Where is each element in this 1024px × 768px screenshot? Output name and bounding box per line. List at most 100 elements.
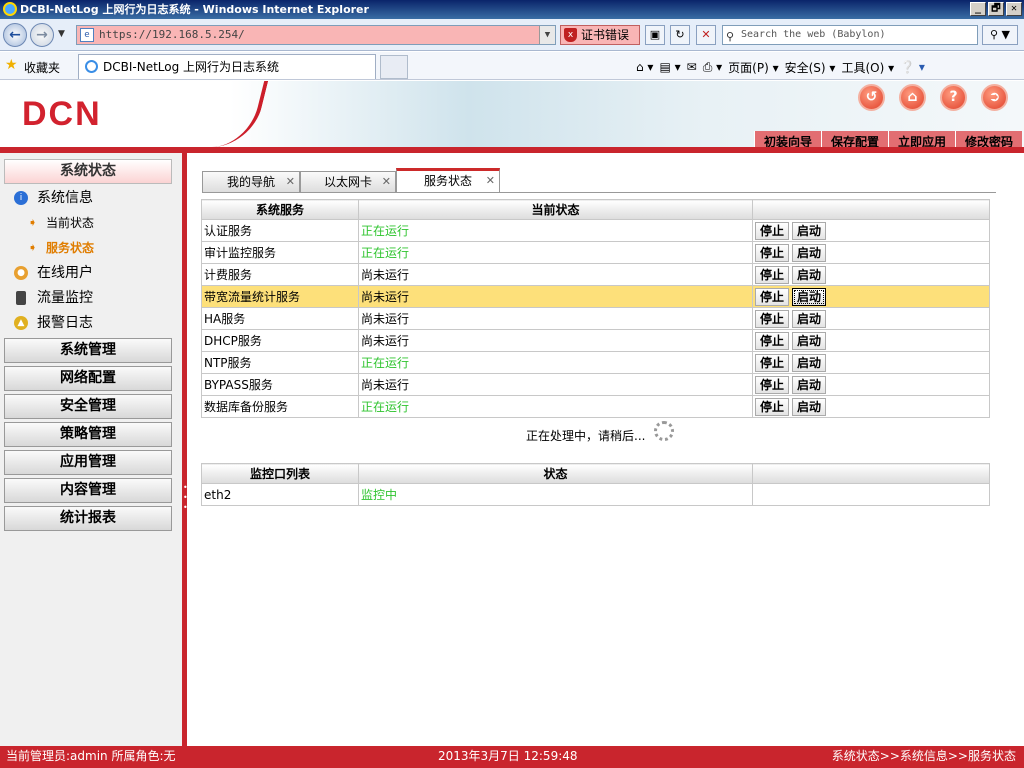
sidebar-section-policy-mgmt[interactable]: 策略管理 <box>4 422 172 447</box>
feeds-icon[interactable]: ▤ ▾ <box>659 60 680 74</box>
refresh-icon[interactable]: ↻ <box>670 25 690 45</box>
sidebar-section-system-status[interactable]: 系统状态 <box>4 159 172 184</box>
search-input[interactable]: ⚲ Search the web (Babylon) <box>722 25 978 45</box>
app-header: DCN ↺ ⌂ ? ➲ 初装向导 保存配置 立即应用 修改密码 <box>0 81 1024 153</box>
service-actions: 停止 启动 <box>752 395 990 418</box>
certificate-error-button[interactable]: x 证书错误 <box>560 25 640 45</box>
search-go-button[interactable]: ⚲ ▼ <box>982 25 1018 45</box>
sidebar-section-content-mgmt[interactable]: 内容管理 <box>4 478 172 503</box>
col-header-monitor-port: 监控口列表 <box>201 463 359 484</box>
stop-service-button[interactable]: 停止 <box>755 397 789 416</box>
arrow-icon: ➧ <box>28 241 38 254</box>
sidebar-section-app-mgmt[interactable]: 应用管理 <box>4 450 172 475</box>
favorites-button[interactable]: 收藏夹 <box>24 59 60 76</box>
start-service-button[interactable]: 启动 <box>792 309 826 328</box>
compatibility-view-icon[interactable]: ▣ <box>645 25 665 45</box>
table-row: 带宽流量统计服务 尚未运行 停止 启动 <box>201 285 990 308</box>
table-row: 认证服务 正在运行 停止 启动 <box>201 219 990 242</box>
tools-menu[interactable]: 工具(O) ▾ <box>841 59 894 76</box>
stop-service-button[interactable]: 停止 <box>755 221 789 240</box>
restore-button[interactable]: 🗗 <box>988 2 1004 16</box>
safety-menu[interactable]: 安全(S) ▾ <box>785 59 836 76</box>
mail-icon[interactable]: ✉ <box>687 60 697 74</box>
start-service-button[interactable]: 启动 <box>792 265 826 284</box>
history-dropdown-icon[interactable]: ▼ <box>58 29 65 39</box>
address-bar[interactable]: e https://192.168.5.254/ ▼ <box>76 25 556 45</box>
table-row: DHCP服务 尚未运行 停止 启动 <box>201 329 990 352</box>
sidebar-item-traffic-monitor[interactable]: 流量监控 <box>4 286 172 310</box>
start-service-button[interactable]: 启动 <box>792 221 826 240</box>
sidebar-item-alarm-log[interactable]: ▲ 报警日志 <box>4 311 172 335</box>
table-row: 计费服务 尚未运行 停止 启动 <box>201 263 990 286</box>
help-icon[interactable]: ❔ ▾ <box>900 60 925 74</box>
sidebar: 系统状态 i 系统信息 ➧ 当前状态 ➧ 服务状态 ● 在线用户 流量监控 ▲ … <box>0 153 182 746</box>
home-circle-icon[interactable]: ⌂ <box>899 84 926 111</box>
browser-tab[interactable]: DCBI-NetLog 上网行为日志系统 <box>78 54 376 79</box>
start-service-button[interactable]: 启动 <box>792 287 826 306</box>
sidebar-section-reports[interactable]: 统计报表 <box>4 506 172 531</box>
close-button[interactable]: ✕ <box>1006 2 1022 16</box>
sidebar-item-system-info[interactable]: i 系统信息 <box>4 186 172 210</box>
address-url: https://192.168.5.254/ <box>99 28 245 41</box>
ie-logo-icon <box>3 2 17 16</box>
close-tab-icon[interactable]: ✕ <box>382 172 391 192</box>
sidebar-section-security-mgmt[interactable]: 安全管理 <box>4 394 172 419</box>
page-menu[interactable]: 页面(P) ▾ <box>728 59 778 76</box>
favorites-star-icon[interactable]: ★ <box>5 57 18 73</box>
address-dropdown-icon[interactable]: ▼ <box>539 26 555 44</box>
stop-service-button[interactable]: 停止 <box>755 265 789 284</box>
table-row: 审计监控服务 正在运行 停止 启动 <box>201 241 990 264</box>
service-actions: 停止 启动 <box>752 241 990 264</box>
sidebar-child-service-status[interactable]: ➧ 服务状态 <box>28 238 94 258</box>
service-actions: 停止 启动 <box>752 329 990 352</box>
breadcrumb: 系统状态>>系统信息>>服务状态 <box>831 749 1016 763</box>
stop-service-button[interactable]: 停止 <box>755 353 789 372</box>
favorites-bar: ★ 收藏夹 DCBI-NetLog 上网行为日志系统 ⌂ ▾ ▤ ▾ ✉ ⎙ ▾… <box>0 52 1024 80</box>
tab-ethernet[interactable]: 以太网卡 ✕ <box>300 171 396 193</box>
sidebar-item-online-users[interactable]: ● 在线用户 <box>4 261 172 285</box>
tab-service-status[interactable]: 服务状态 ✕ <box>396 168 500 193</box>
col-header-monitor-status: 状态 <box>358 463 753 484</box>
service-name: 带宽流量统计服务 <box>201 285 359 308</box>
monitor-port-extra <box>752 483 990 506</box>
start-service-button[interactable]: 启动 <box>792 397 826 416</box>
minimize-button[interactable]: _ <box>970 2 986 16</box>
refresh-circle-icon[interactable]: ↺ <box>858 84 885 111</box>
home-icon[interactable]: ⌂ ▾ <box>636 60 653 74</box>
stop-service-button[interactable]: 停止 <box>755 331 789 350</box>
close-tab-icon[interactable]: ✕ <box>486 171 495 191</box>
sidebar-section-network-config[interactable]: 网络配置 <box>4 366 172 391</box>
new-tab-button[interactable] <box>380 55 408 79</box>
tab-my-navigation[interactable]: 我的导航 ✕ <box>202 171 300 193</box>
help-circle-icon[interactable]: ? <box>940 84 967 111</box>
stop-icon[interactable]: ✕ <box>696 25 716 45</box>
sidebar-splitter[interactable]: • • • <box>182 153 188 746</box>
start-service-button[interactable]: 启动 <box>792 375 826 394</box>
stop-service-button[interactable]: 停止 <box>755 375 789 394</box>
stop-service-button[interactable]: 停止 <box>755 309 789 328</box>
start-service-button[interactable]: 启动 <box>792 243 826 262</box>
tab-baseline <box>202 192 996 193</box>
sidebar-child-current-status[interactable]: ➧ 当前状态 <box>28 213 94 233</box>
logout-circle-icon[interactable]: ➲ <box>981 84 1008 111</box>
print-icon[interactable]: ⎙ ▾ <box>703 60 722 75</box>
stop-service-button[interactable]: 停止 <box>755 287 789 306</box>
forward-button[interactable]: → <box>30 23 54 47</box>
search-placeholder: Search the web (Babylon) <box>741 29 886 40</box>
service-status: 尚未运行 <box>358 307 753 330</box>
back-button[interactable]: ← <box>3 23 27 47</box>
start-service-button[interactable]: 启动 <box>792 353 826 372</box>
sidebar-section-system-mgmt[interactable]: 系统管理 <box>4 338 172 363</box>
service-status: 正在运行 <box>358 219 753 242</box>
service-table: 系统服务 当前状态 认证服务 正在运行 停止 启动 审计监控服务 正在运行 停止 启动 计费服务… <box>201 199 990 418</box>
ie-tab-icon <box>85 60 98 73</box>
certificate-error-label: 证书错误 <box>581 28 630 42</box>
table-row: NTP服务 正在运行 停止 启动 <box>201 351 990 374</box>
traffic-light-icon <box>16 291 26 305</box>
start-service-button[interactable]: 启动 <box>792 331 826 350</box>
stop-service-button[interactable]: 停止 <box>755 243 789 262</box>
dcn-logo: DCN <box>22 95 102 133</box>
window-title-bar: DCBI-NetLog 上网行为日志系统 - Windows Internet … <box>0 0 1024 19</box>
close-tab-icon[interactable]: ✕ <box>286 172 295 192</box>
col-header-status: 当前状态 <box>358 199 753 220</box>
